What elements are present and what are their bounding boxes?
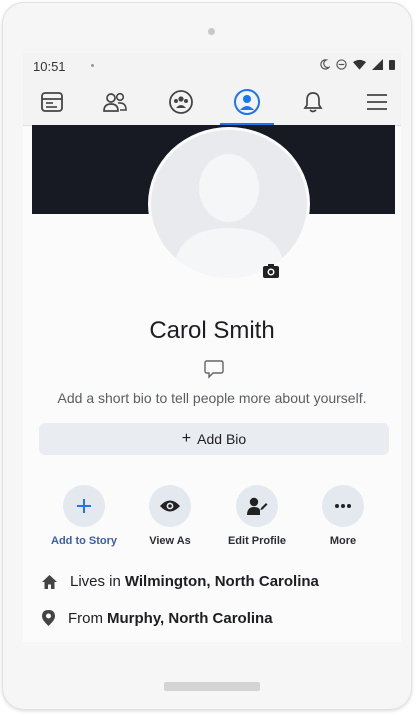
action-label: More <box>329 535 357 547</box>
lives-in-place[interactable]: Wilmington, North Carolina <box>125 573 319 590</box>
status-bar: 10:51 <box>23 53 401 79</box>
eye-icon <box>160 500 180 512</box>
signal-icon <box>372 59 383 70</box>
tab-profile[interactable] <box>220 79 274 126</box>
speech-bubble-icon[interactable] <box>204 359 224 379</box>
friends-icon <box>103 92 127 112</box>
profile-picture[interactable] <box>148 127 310 281</box>
edit-profile-button[interactable]: Edit Profile <box>217 485 297 547</box>
edit-profile-icon <box>247 497 268 515</box>
profile-icon <box>234 89 260 115</box>
view-as-circle <box>149 485 191 527</box>
action-label: View As <box>149 535 191 547</box>
app-screen: 10:51 Carol Smith Add a short bio to tel… <box>23 53 401 642</box>
add-to-story-button[interactable]: Add to Story <box>44 485 124 547</box>
moon-icon <box>320 59 330 70</box>
home-icon <box>42 574 57 589</box>
more-circle <box>322 485 364 527</box>
from-place[interactable]: Murphy, North Carolina <box>107 610 273 627</box>
plus-icon: + <box>181 430 192 447</box>
more-icon <box>335 504 351 508</box>
from-prefix: From <box>68 609 103 627</box>
tab-groups[interactable] <box>154 79 208 125</box>
plus-icon <box>77 499 91 513</box>
news-feed-icon <box>41 92 63 112</box>
top-navigation <box>23 79 401 126</box>
hamburger-menu-icon <box>367 94 387 110</box>
lives-in-row: Lives in Wilmington, North Carolina <box>41 573 319 590</box>
edit-profile-circle <box>236 485 278 527</box>
add-to-story-circle <box>63 485 105 527</box>
status-icons <box>319 59 395 70</box>
status-time: 10:51 <box>33 59 66 74</box>
tab-friends[interactable] <box>88 79 142 125</box>
notification-dot <box>91 64 94 67</box>
wifi-icon <box>353 59 366 70</box>
bio-prompt: Add a short bio to tell people more abou… <box>57 390 367 406</box>
battery-icon <box>389 60 395 70</box>
profile-name: Carol Smith <box>149 317 275 344</box>
tab-news-feed[interactable] <box>25 79 79 125</box>
do-not-disturb-icon <box>336 59 347 70</box>
camera-icon[interactable] <box>262 263 280 279</box>
tab-menu[interactable] <box>350 79 401 125</box>
add-bio-button[interactable]: + Add Bio <box>39 423 389 455</box>
bell-icon <box>303 92 323 113</box>
action-label: Add to Story <box>51 535 117 547</box>
tablet-frame: 10:51 Carol Smith Add a short bio to tel… <box>2 2 412 710</box>
view-as-button[interactable]: View As <box>130 485 210 547</box>
more-button[interactable]: More <box>303 485 383 547</box>
groups-icon <box>169 90 193 114</box>
front-camera <box>208 28 215 35</box>
add-bio-label: Add Bio <box>197 431 247 447</box>
action-label: Edit Profile <box>227 535 287 547</box>
default-avatar-silhouette-icon <box>173 154 285 278</box>
lives-in-prefix: Lives in <box>70 573 121 590</box>
from-row: From Murphy, North Carolina <box>41 609 273 627</box>
location-pin-icon <box>42 610 55 626</box>
tab-notifications[interactable] <box>286 79 340 125</box>
home-button[interactable] <box>164 682 260 691</box>
